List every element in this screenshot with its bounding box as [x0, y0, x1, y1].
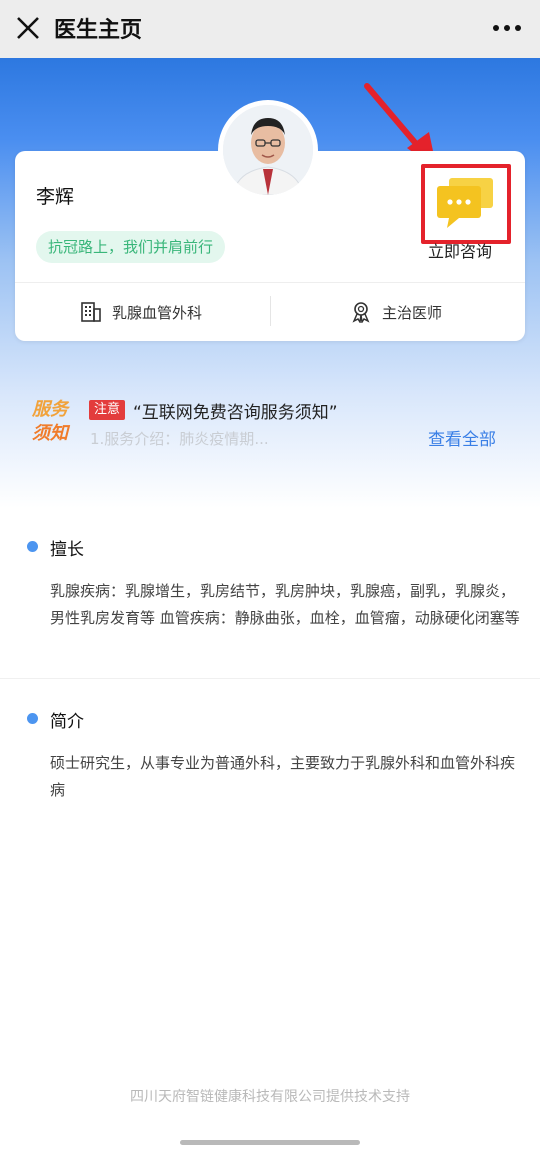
intro-title: 简介 [50, 712, 84, 732]
divider [270, 296, 271, 326]
doctor-name: 李辉 [36, 186, 75, 208]
award-icon [352, 302, 370, 323]
title-info: 主治医师 [350, 297, 442, 327]
building-icon [81, 302, 101, 322]
footer-credit: 四川天府智链健康科技有限公司提供技术支持 [130, 1089, 410, 1105]
intro-text: 硕士研究生，从事专业为普通外科，主要致力于乳腺外科和血管外科疾病 [50, 754, 516, 799]
section-bullet [27, 713, 38, 724]
specialty-text: 乳腺疾病：乳腺增生，乳房结节，乳房肿块，乳腺癌，副乳，乳腺炎，男性乳房发育等 血… [50, 582, 520, 627]
close-icon[interactable] [14, 14, 42, 42]
more-options-icon[interactable] [490, 14, 524, 42]
avatar [223, 105, 313, 195]
service-notice-badge: 服务 须知 [32, 398, 68, 446]
notice-tag: 注意 [89, 400, 126, 420]
page-title: 医生主页 [54, 18, 143, 43]
specialty-title: 擅长 [50, 540, 84, 560]
badge-line-1: 服务 [32, 399, 68, 420]
section-divider [0, 678, 540, 679]
section-bullet [27, 541, 38, 552]
notice-title[interactable]: “互联网免费咨询服务须知” [133, 398, 338, 423]
department-info: 乳腺血管外科 [80, 297, 202, 327]
title-label: 主治医师 [382, 303, 443, 322]
divider [15, 282, 525, 283]
consult-button[interactable] [421, 164, 511, 244]
badge-line-2: 须知 [32, 423, 68, 444]
view-all-link[interactable]: 查看全部 [428, 425, 496, 450]
chat-bubble-icon [437, 178, 493, 228]
department-label: 乳腺血管外科 [112, 303, 203, 322]
consult-label[interactable]: 立即咨询 [428, 238, 492, 262]
home-indicator [180, 1140, 360, 1145]
notice-subtitle: 1.服务介绍：肺炎疫情期... [90, 430, 269, 448]
slogan-badge: 抗冠路上，我们并肩前行 [36, 231, 226, 263]
